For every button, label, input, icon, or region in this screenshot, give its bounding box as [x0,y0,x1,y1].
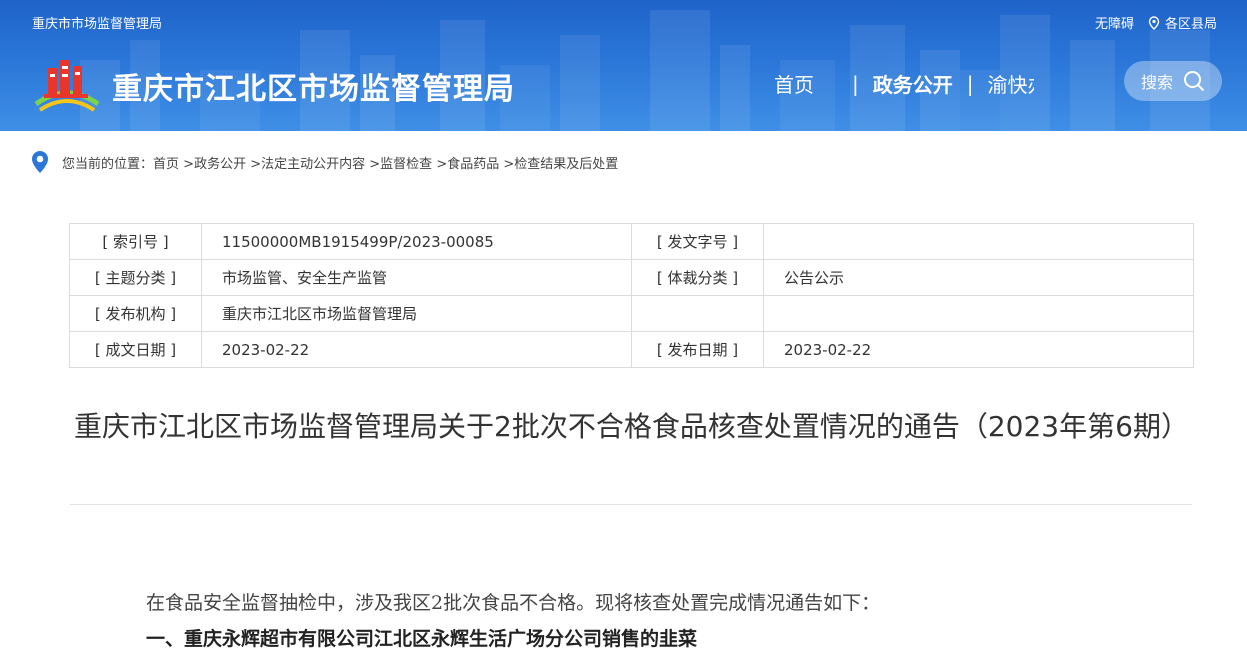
search-label: 搜索 [1140,73,1173,92]
title-divider [70,504,1192,505]
site-header: 重庆市市场监督管理局 无障碍 各区县局 重庆市江北区市场监督管理局 首页 | 政… [0,0,1247,131]
meta-label: [ 体裁分类 ] [631,259,764,296]
breadcrumb-item-statutory[interactable]: >法定主动公开内容 [250,153,365,172]
document-meta-table: [ 索引号 ] 11500000MB1915499P/2023-00085 [ … [69,223,1194,368]
search-button[interactable]: 搜索 [1124,61,1222,101]
breadcrumb: 您当前的位置： 首页 >政务公开 >法定主动公开内容 >监督检查 >食品药品 >… [30,150,618,174]
meta-label: [ 发布日期 ] [631,331,764,368]
accessibility-link[interactable]: 无障碍 [1095,13,1134,32]
location-pin-icon [1148,15,1160,30]
meta-value [763,223,1194,260]
nav-separator: | [966,71,974,96]
meta-value [763,295,1194,332]
breadcrumb-item-gov-open[interactable]: >政务公开 [183,153,246,172]
meta-label: [ 主题分类 ] [69,259,202,296]
breadcrumb-prefix: 您当前的位置： [62,156,154,172]
breadcrumb-item-food-drug[interactable]: >食品药品 [436,153,499,172]
article-title: 重庆市江北区市场监督管理局关于2批次不合格食品核查处置情况的通告（2023年第6… [74,410,1189,443]
location-pin-icon [32,151,48,173]
meta-value: 2023-02-22 [763,331,1194,368]
meta-label: [ 索引号 ] [69,223,202,260]
article-intro: 在食品安全监督抽检中，涉及我区2批次食品不合格。现将核查处置完成情况通告如下： [146,592,881,614]
site-logo-icon[interactable] [32,54,102,116]
nav-home[interactable]: 首页 [774,69,852,98]
breadcrumb-item-results[interactable]: >检查结果及后处置 [503,153,618,172]
nav-separator: | [852,71,859,96]
meta-value: 重庆市江北区市场监督管理局 [201,295,632,332]
meta-label: [ 成文日期 ] [69,331,202,368]
main-nav: 首页 | 政务公开 | 渝快办 [774,69,1034,98]
nav-yukuaiban[interactable]: 渝快办 [974,69,1034,98]
search-icon [1184,71,1205,92]
table-row: [ 成文日期 ] 2023-02-22 [ 发布日期 ] 2023-02-22 [69,331,1194,368]
districts-link[interactable]: 各区县局 [1148,13,1217,32]
table-row: [ 主题分类 ] 市场监管、安全生产监管 [ 体裁分类 ] 公告公示 [69,259,1194,296]
top-links: 无障碍 各区县局 [1095,13,1217,32]
meta-value: 2023-02-22 [201,331,632,368]
nav-gov-open[interactable]: 政务公开 [859,69,967,98]
parent-site-link[interactable]: 重庆市市场监督管理局 [32,13,162,32]
meta-label: [ 发文字号 ] [631,223,764,260]
breadcrumb-item-inspection[interactable]: >监督检查 [369,153,432,172]
meta-label: [ 发布机构 ] [69,295,202,332]
meta-value: 市场监管、安全生产监管 [201,259,632,296]
districts-label: 各区县局 [1164,17,1217,32]
meta-value: 公告公示 [763,259,1194,296]
breadcrumb-item-home[interactable]: 首页 [153,153,179,172]
table-row: [ 发布机构 ] 重庆市江北区市场监督管理局 [69,295,1194,332]
table-row: [ 索引号 ] 11500000MB1915499P/2023-00085 [ … [69,223,1194,260]
site-title[interactable]: 重庆市江北区市场监督管理局 [112,64,515,108]
meta-value: 11500000MB1915499P/2023-00085 [201,223,632,260]
section-heading: 一、重庆永辉超市有限公司江北区永辉生活广场分公司销售的韭菜 [146,628,698,650]
meta-label [631,295,764,332]
